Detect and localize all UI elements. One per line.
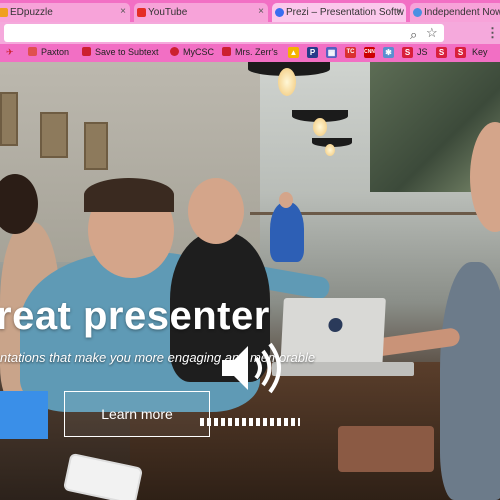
bookmark-icon[interactable]: ✈	[6, 47, 14, 58]
bookmark-mrs-zerrs[interactable]: Mrs. Zerr's	[222, 47, 278, 57]
tab-edpuzzle[interactable]: EDpuzzle ×	[0, 3, 130, 22]
globe-icon	[170, 47, 179, 56]
youtube-icon	[137, 8, 146, 17]
star-icon[interactable]: ☆	[426, 25, 438, 41]
tab-youtube[interactable]: YouTube ×	[134, 3, 268, 22]
person-back-head	[188, 178, 244, 244]
background-person-head	[279, 192, 293, 208]
cnn-icon[interactable]: CNN	[364, 47, 375, 58]
speaker-icon[interactable]	[218, 338, 288, 398]
learn-more-button[interactable]: Learn more	[64, 391, 210, 437]
bookmark-mycsc[interactable]: MyCSC	[170, 47, 214, 57]
bookmark-paxton[interactable]: Paxton	[28, 47, 69, 57]
close-icon[interactable]: ×	[120, 6, 126, 17]
s-icon[interactable]: S	[436, 47, 447, 58]
lamp-light	[325, 144, 335, 156]
tab-independent[interactable]: Independent Now	[410, 3, 500, 22]
bookmark-icon	[222, 47, 231, 56]
prezi-icon	[275, 8, 284, 17]
primary-cta-button[interactable]	[0, 391, 48, 439]
bookmark-icon	[28, 47, 37, 56]
grid-icon[interactable]: ▦	[326, 47, 337, 58]
bookmark-js[interactable]: JS	[417, 47, 428, 57]
address-bar-row: ⌕ ☆ ⋮	[0, 22, 500, 44]
bookmarks-bar: ✈ Paxton Save to Subtext MyCSC Mrs. Zerr…	[0, 44, 500, 62]
lamp-light	[278, 68, 296, 96]
person-right	[440, 262, 500, 500]
audio-progress	[200, 418, 300, 426]
tab-prezi[interactable]: Prezi – Presentation Softw ×	[272, 3, 406, 22]
search-icon[interactable]: ⌕	[410, 27, 417, 43]
background-person	[270, 202, 304, 262]
slack-icon[interactable]: ✱	[383, 47, 394, 58]
lamp-light	[313, 118, 327, 136]
device-on-table	[338, 426, 434, 472]
hero-headline: reat presenter	[0, 294, 270, 338]
close-icon[interactable]: ×	[396, 6, 402, 17]
wall-frame	[84, 122, 108, 170]
tab-icon[interactable]: TC	[345, 47, 356, 58]
hero-section: reat presenter ntations that make you mo…	[0, 62, 500, 500]
address-bar[interactable]: ⌕ ☆	[4, 24, 444, 42]
subtext-icon	[82, 47, 91, 56]
p-icon[interactable]: P	[307, 47, 318, 58]
s-icon[interactable]: S	[402, 47, 413, 58]
bookmark-key[interactable]: Key	[472, 47, 488, 57]
wall-frame	[0, 92, 18, 146]
tab-bar: EDpuzzle × YouTube × Prezi – Presentatio…	[0, 0, 500, 22]
laptop-logo	[328, 318, 343, 332]
menu-icon[interactable]: ⋮	[486, 25, 499, 41]
close-icon[interactable]: ×	[258, 6, 264, 17]
wall-frame	[40, 112, 68, 158]
independent-icon	[413, 8, 422, 17]
s-icon[interactable]: S	[455, 47, 466, 58]
person-center-hair	[84, 178, 174, 212]
edpuzzle-icon	[0, 8, 8, 17]
bookmark-save-to-subtext[interactable]: Save to Subtext	[82, 47, 159, 57]
drive-icon[interactable]: ▲	[288, 47, 299, 58]
